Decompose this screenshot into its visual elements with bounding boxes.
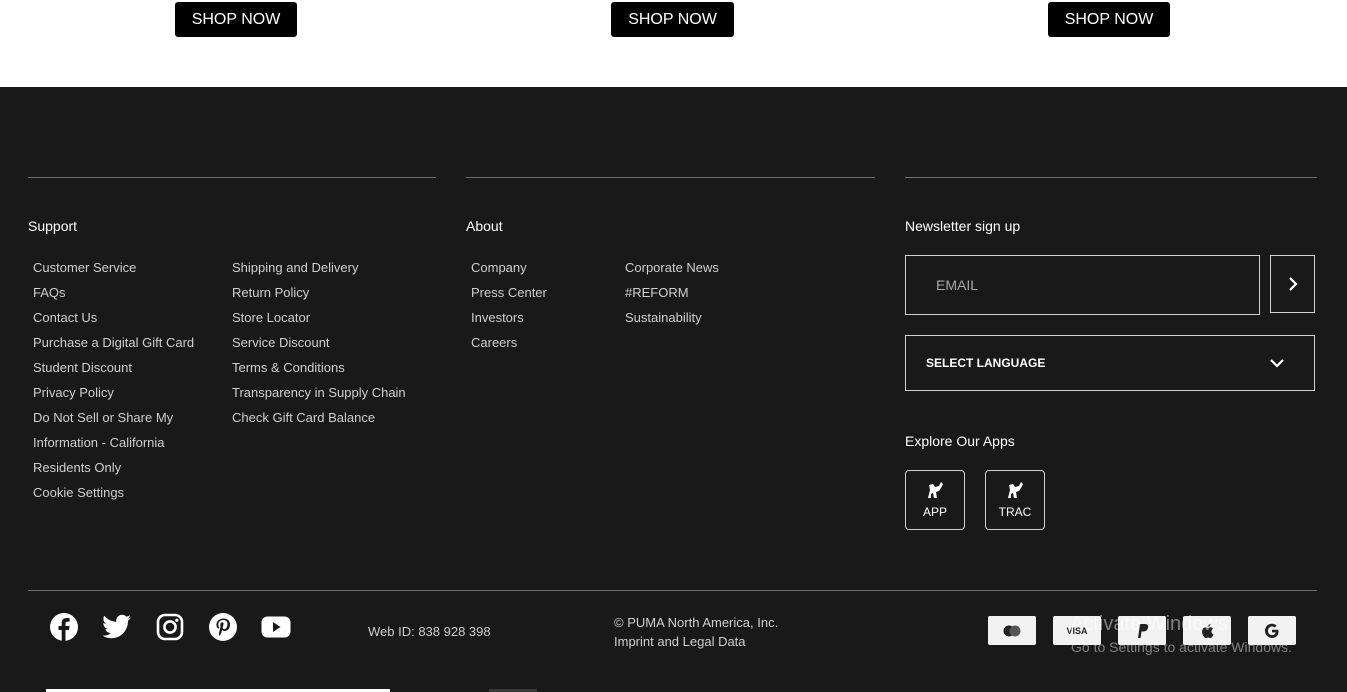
footer-link-do-not-sell[interactable]: Information - California: [33, 435, 194, 460]
footer-link-press-center[interactable]: Press Center: [471, 285, 547, 310]
pinterest-icon: [209, 613, 237, 641]
support-heading: Support: [28, 218, 78, 234]
footer-link-return-policy[interactable]: Return Policy: [232, 285, 406, 310]
about-links-col2: Corporate News #REFORM Sustainability: [625, 260, 719, 335]
footer-link-terms[interactable]: Terms & Conditions: [232, 360, 406, 385]
footer-link-store-locator[interactable]: Store Locator: [232, 310, 406, 335]
support-links-col2: Shipping and Delivery Return Policy Stor…: [232, 260, 406, 435]
divider: [466, 177, 875, 178]
mastercard-icon: [988, 616, 1036, 645]
footer-link-careers[interactable]: Careers: [471, 335, 547, 360]
trac-download-button[interactable]: TRAC: [985, 470, 1045, 530]
copyright: © PUMA North America, Inc.: [614, 615, 779, 630]
footer-link-investors[interactable]: Investors: [471, 310, 547, 335]
youtube-icon: [261, 616, 291, 638]
app-download-button[interactable]: APP: [905, 470, 965, 530]
footer-link-transparency[interactable]: Transparency in Supply Chain: [232, 385, 406, 410]
shop-now-button[interactable]: SHOP NOW: [1048, 2, 1170, 37]
footer-link-student-discount[interactable]: Student Discount: [33, 360, 194, 385]
footer-link-contact-us[interactable]: Contact Us: [33, 310, 194, 335]
chevron-right-icon: [1288, 277, 1298, 291]
divider: [905, 177, 1317, 178]
twitter-link[interactable]: [102, 612, 132, 642]
shop-now-button[interactable]: SHOP NOW: [175, 2, 297, 37]
footer-link-do-not-sell[interactable]: Residents Only: [33, 460, 194, 485]
visa-icon: VISA: [1053, 616, 1101, 645]
divider: [28, 590, 1317, 591]
shop-now-button[interactable]: SHOP NOW: [611, 2, 734, 37]
language-select-label: SELECT LANGUAGE: [926, 356, 1046, 370]
email-field[interactable]: [906, 256, 1259, 314]
web-id: Web ID: 838 928 398: [368, 624, 491, 639]
footer-link-check-gift-card[interactable]: Check Gift Card Balance: [232, 410, 406, 435]
puma-logo-icon: [1008, 482, 1023, 498]
facebook-link[interactable]: [49, 612, 79, 642]
footer-link-customer-service[interactable]: Customer Service: [33, 260, 194, 285]
facebook-icon: [50, 613, 78, 641]
footer-link-privacy-policy[interactable]: Privacy Policy: [33, 385, 194, 410]
footer-link-faqs[interactable]: FAQs: [33, 285, 194, 310]
puma-logo-icon: [928, 482, 943, 498]
chevron-down-icon: [1270, 359, 1284, 368]
footer-link-service-discount[interactable]: Service Discount: [232, 335, 406, 360]
site-footer: Support Customer Service FAQs Contact Us…: [0, 87, 1347, 692]
footer-link-company[interactable]: Company: [471, 260, 547, 285]
divider: [28, 177, 436, 178]
support-links-col1: Customer Service FAQs Contact Us Purchas…: [33, 260, 194, 510]
youtube-link[interactable]: [261, 612, 291, 642]
apps-heading: Explore Our Apps: [905, 433, 1015, 449]
about-links-col1: Company Press Center Investors Careers: [471, 260, 547, 360]
app-label: APP: [922, 505, 947, 519]
instagram-link[interactable]: [155, 612, 185, 642]
footer-link-sustainability[interactable]: Sustainability: [625, 310, 719, 335]
paypal-icon: [1118, 616, 1166, 645]
twitter-icon: [102, 614, 131, 639]
language-select[interactable]: SELECT LANGUAGE: [905, 335, 1315, 391]
promo-strip: SHOP NOW SHOP NOW SHOP NOW: [0, 0, 1347, 87]
email-field-wrapper: [905, 255, 1260, 315]
visa-label: VISA: [1066, 625, 1088, 636]
newsletter-heading: Newsletter sign up: [905, 218, 1021, 234]
trac-label: TRAC: [998, 505, 1032, 519]
pinterest-link[interactable]: [208, 612, 238, 642]
instagram-icon: [156, 613, 184, 641]
footer-link-gift-card[interactable]: Purchase a Digital Gift Card: [33, 335, 194, 360]
imprint-link[interactable]: Imprint and Legal Data: [614, 634, 746, 649]
footer-link-shipping[interactable]: Shipping and Delivery: [232, 260, 406, 285]
apple-pay-icon: [1183, 616, 1231, 645]
footer-link-do-not-sell[interactable]: Do Not Sell or Share My: [33, 410, 194, 435]
google-pay-icon: [1248, 616, 1296, 645]
footer-link-cookie-settings[interactable]: Cookie Settings: [33, 485, 194, 510]
footer-link-reform[interactable]: #REFORM: [625, 285, 719, 310]
about-heading: About: [466, 218, 503, 234]
footer-link-corporate-news[interactable]: Corporate News: [625, 260, 719, 285]
newsletter-submit-button[interactable]: [1270, 255, 1315, 313]
